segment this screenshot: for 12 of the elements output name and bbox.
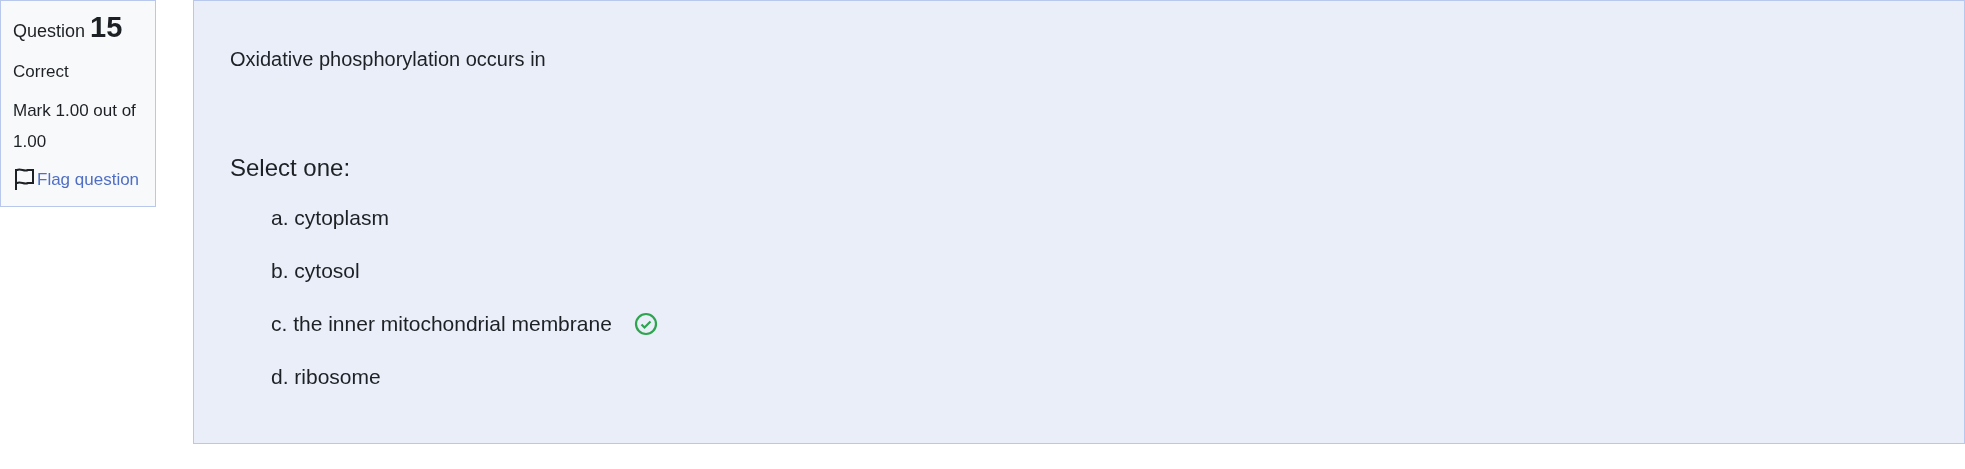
flag-question-link[interactable]: Flag question <box>13 166 143 192</box>
answer-option: c. the inner mitochondrial membrane <box>271 307 612 340</box>
flag-icon <box>13 167 35 192</box>
answer-option: b. cytosol <box>271 254 360 287</box>
question-text: Oxidative phosphorylation occurs in <box>230 47 547 72</box>
select-prompt: Select one: <box>230 153 352 183</box>
answer-option: d. ribosome <box>271 360 381 393</box>
question-label: Question <box>13 20 86 43</box>
question-mark: Mark 1.00 out of 1.00 <box>13 99 137 153</box>
question-state: Correct <box>13 61 70 83</box>
answer-option: a. cytoplasm <box>271 201 389 234</box>
question-number: 15 <box>90 13 123 42</box>
